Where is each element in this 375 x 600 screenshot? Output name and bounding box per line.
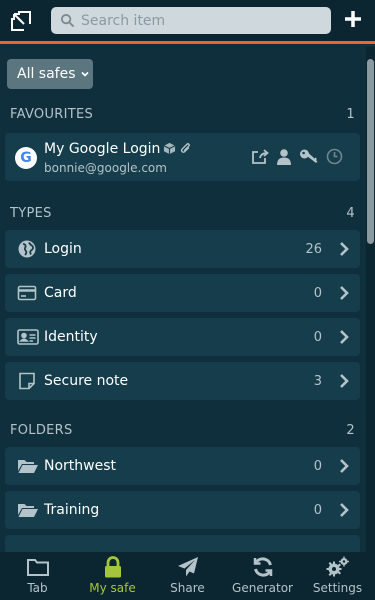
tab-label: Share [170, 581, 205, 595]
paperclip-icon [180, 143, 190, 153]
share-icon[interactable] [251, 148, 269, 165]
type-item-login[interactable]: Login 26 [5, 230, 360, 268]
search-icon [60, 13, 75, 28]
tab-label: Settings [312, 581, 363, 595]
chevron-right-icon [340, 330, 349, 344]
bottom-tab-bar: Tab My safe Share Generator Settings [0, 552, 375, 600]
gears-icon [326, 556, 349, 577]
chevron-right-icon [340, 503, 349, 517]
type-item-count: 26 [305, 242, 322, 257]
google-icon: G [15, 147, 37, 169]
scrollbar-thumb[interactable] [367, 59, 374, 244]
favourites-count: 1 [346, 107, 355, 122]
types-header: TYPES 4 [10, 206, 355, 226]
scrollbar[interactable] [366, 47, 375, 552]
lock-icon [104, 556, 121, 578]
safes-dropdown-label: All safes [17, 66, 76, 82]
user-icon[interactable] [276, 148, 292, 165]
folder-icon [26, 559, 49, 576]
search-input[interactable] [81, 7, 325, 34]
type-item-identity[interactable]: Identity 0 [5, 318, 360, 356]
folder-item-partial[interactable] [5, 535, 360, 552]
tab-label: My safe [89, 581, 136, 595]
paper-plane-icon [177, 557, 198, 577]
tab-tab[interactable]: Tab [0, 552, 75, 600]
folder-item-training[interactable]: Training 0 [5, 491, 360, 529]
note-icon [19, 372, 35, 390]
favourite-item-subtitle: bonnie@google.com [44, 161, 167, 175]
folders-count: 2 [346, 423, 355, 438]
favourite-item-title: My Google Login [44, 141, 161, 157]
refresh-icon [253, 557, 272, 577]
folders-header: FOLDERS 2 [10, 423, 355, 443]
folder-item-count: 0 [313, 503, 322, 518]
favourites-title: FAVOURITES [10, 107, 94, 122]
type-item-label: Secure note [44, 373, 129, 389]
chevron-right-icon [340, 286, 349, 300]
tab-generator[interactable]: Generator [225, 552, 300, 600]
folder-item-count: 0 [313, 459, 322, 474]
tab-settings[interactable]: Settings [300, 552, 375, 600]
type-item-label: Identity [44, 329, 98, 345]
types-title: TYPES [10, 206, 52, 221]
chevron-right-icon [340, 459, 349, 473]
favourite-item[interactable]: G My Google Login bonnie@google.com [5, 133, 360, 181]
folders-title: FOLDERS [10, 423, 73, 438]
type-item-label: Login [44, 241, 82, 257]
folder-item-label: Northwest [44, 458, 117, 474]
folder-item-northwest[interactable]: Northwest 0 [5, 447, 360, 485]
expand-window-icon[interactable] [9, 9, 33, 33]
top-bar [0, 0, 375, 44]
types-count: 4 [346, 206, 355, 221]
tab-label: Generator [232, 581, 293, 595]
credit-card-icon [17, 285, 37, 301]
folder-open-icon [18, 460, 38, 473]
favourites-header: FAVOURITES 1 [10, 107, 355, 127]
chevron-down-icon [80, 71, 89, 77]
clock-icon[interactable] [326, 148, 343, 165]
search-box[interactable] [51, 7, 331, 34]
cube-icon [163, 142, 176, 155]
type-item-secure-note[interactable]: Secure note 3 [5, 362, 360, 400]
tab-share[interactable]: Share [150, 552, 225, 600]
folder-item-label: Training [44, 502, 100, 518]
type-item-count: 0 [313, 286, 322, 301]
type-item-count: 3 [313, 374, 322, 389]
key-icon[interactable] [299, 148, 319, 165]
type-item-count: 0 [313, 330, 322, 345]
type-item-card[interactable]: Card 0 [5, 274, 360, 312]
add-item-icon[interactable] [343, 9, 363, 29]
type-item-label: Card [44, 285, 77, 301]
chevron-right-icon [340, 374, 349, 388]
id-card-icon [17, 329, 39, 345]
tab-my-safe[interactable]: My safe [75, 552, 150, 600]
chevron-right-icon [340, 242, 349, 256]
safes-dropdown[interactable]: All safes [7, 59, 93, 89]
folder-open-icon [18, 504, 38, 517]
globe-icon [18, 240, 36, 258]
tab-label: Tab [27, 581, 48, 595]
